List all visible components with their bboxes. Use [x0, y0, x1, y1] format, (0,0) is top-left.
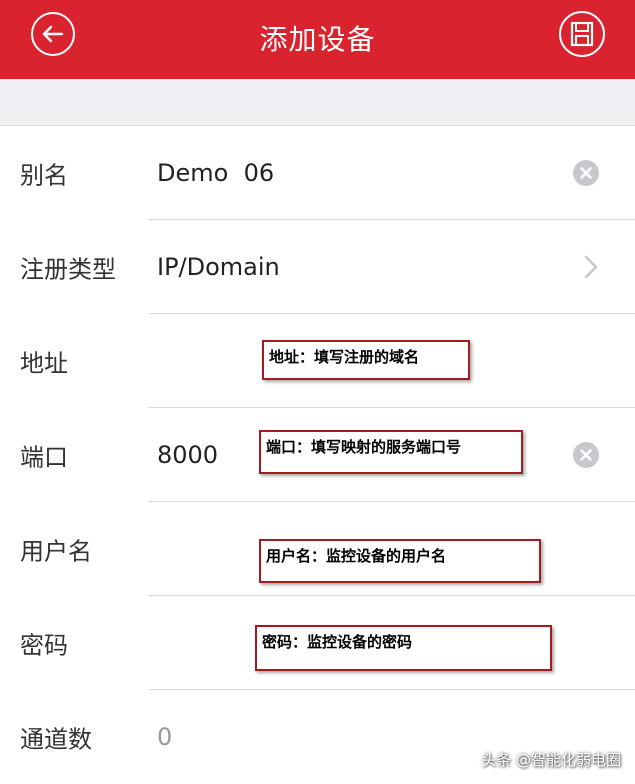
- alias-input[interactable]: Demo 06: [157, 159, 274, 187]
- address-label: 地址: [20, 349, 68, 378]
- watermark: 头条 @智能化弱电圈: [481, 751, 621, 769]
- channel-count-label: 通道数: [20, 725, 92, 754]
- address-annotation: 地址：填写注册的域名: [262, 340, 470, 380]
- port-label: 端口: [20, 443, 68, 472]
- chevron-right-icon[interactable]: [583, 254, 599, 280]
- register-type-label: 注册类型: [20, 255, 116, 284]
- port-annotation: 端口：填写映射的服务端口号: [259, 430, 523, 474]
- username-label: 用户名: [20, 537, 92, 566]
- page-title: 添加设备: [259, 23, 376, 56]
- clear-icon[interactable]: [573, 160, 599, 186]
- title-bar: 添加设备: [0, 0, 635, 79]
- port-input[interactable]: 8000: [157, 441, 218, 469]
- register-type-value: IP/Domain: [157, 253, 280, 281]
- clear-icon[interactable]: [573, 442, 599, 468]
- password-annotation: 密码：监控设备的密码: [255, 625, 552, 671]
- save-button[interactable]: [559, 11, 605, 57]
- register-type-row[interactable]: 注册类型 IP/Domain: [0, 220, 635, 314]
- channel-count-input[interactable]: 0: [157, 723, 172, 751]
- section-spacer: [0, 79, 635, 126]
- username-annotation: 用户名：监控设备的用户名: [259, 539, 541, 583]
- save-icon: [570, 21, 594, 47]
- alias-row[interactable]: 别名 Demo 06: [0, 126, 635, 220]
- alias-label: 别名: [20, 161, 68, 190]
- password-label: 密码: [20, 631, 68, 660]
